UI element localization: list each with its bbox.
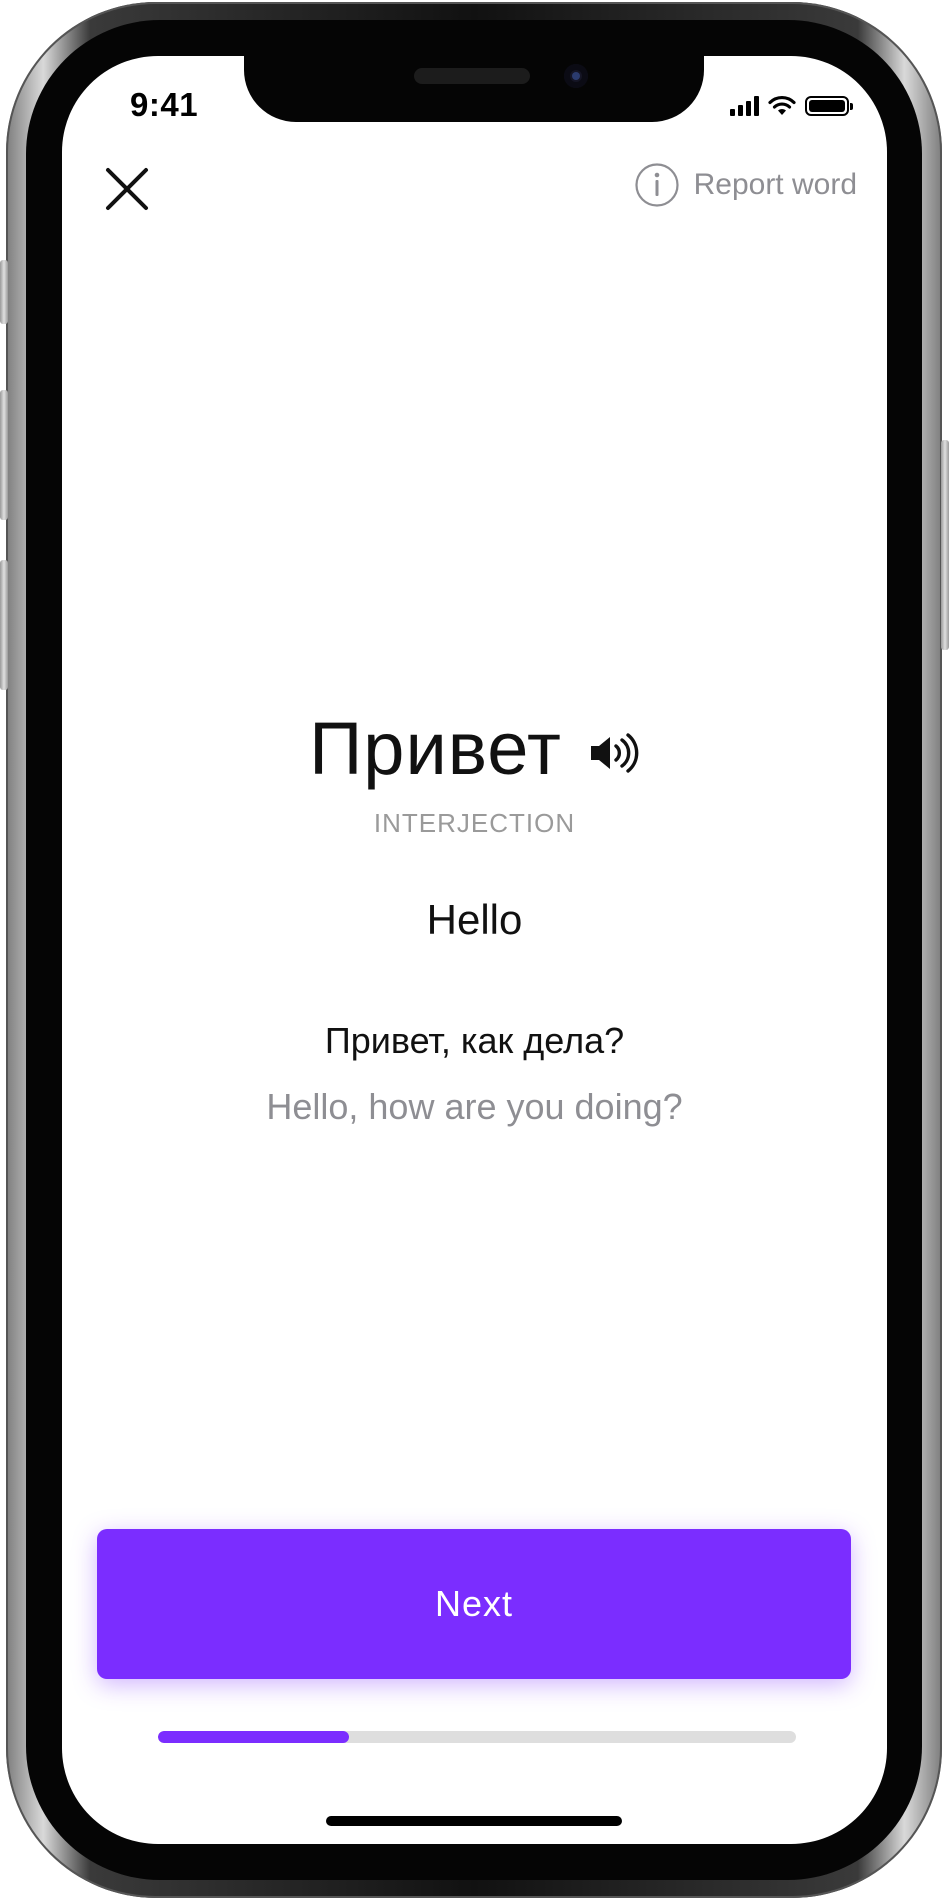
wifi-icon — [768, 95, 796, 115]
report-word-button[interactable]: Report word — [634, 162, 857, 208]
word-translation: Hello — [426, 896, 523, 943]
example-translation: Hello, how are you doing? — [266, 1086, 683, 1127]
battery-icon — [805, 96, 853, 116]
power-button — [941, 440, 949, 650]
signal-icon — [730, 96, 759, 116]
info-icon — [634, 163, 679, 207]
close-icon — [106, 168, 148, 210]
app-screen: 9:41 Report word Привет INTERJECTION Hel… — [62, 56, 887, 1844]
volume-down-button — [0, 560, 8, 690]
word-text: Привет — [309, 707, 562, 790]
notch — [244, 56, 704, 122]
close-button[interactable] — [102, 164, 152, 214]
progress-bar — [158, 1731, 796, 1743]
progress-fill — [158, 1731, 350, 1743]
report-word-label: Report word — [693, 168, 857, 201]
earpiece — [414, 68, 530, 84]
status-time: 9:41 — [130, 86, 199, 123]
example-sentence: Привет, как дела? — [324, 1020, 625, 1061]
part-of-speech: INTERJECTION — [373, 808, 576, 838]
status-icons — [730, 94, 853, 118]
speaker-icon[interactable] — [588, 731, 640, 775]
next-button[interactable]: Next — [97, 1529, 851, 1679]
word-row: Привет — [62, 706, 887, 791]
home-indicator[interactable] — [326, 1816, 622, 1826]
volume-up-button — [0, 390, 8, 520]
front-camera — [564, 64, 588, 88]
silent-switch — [0, 260, 8, 324]
